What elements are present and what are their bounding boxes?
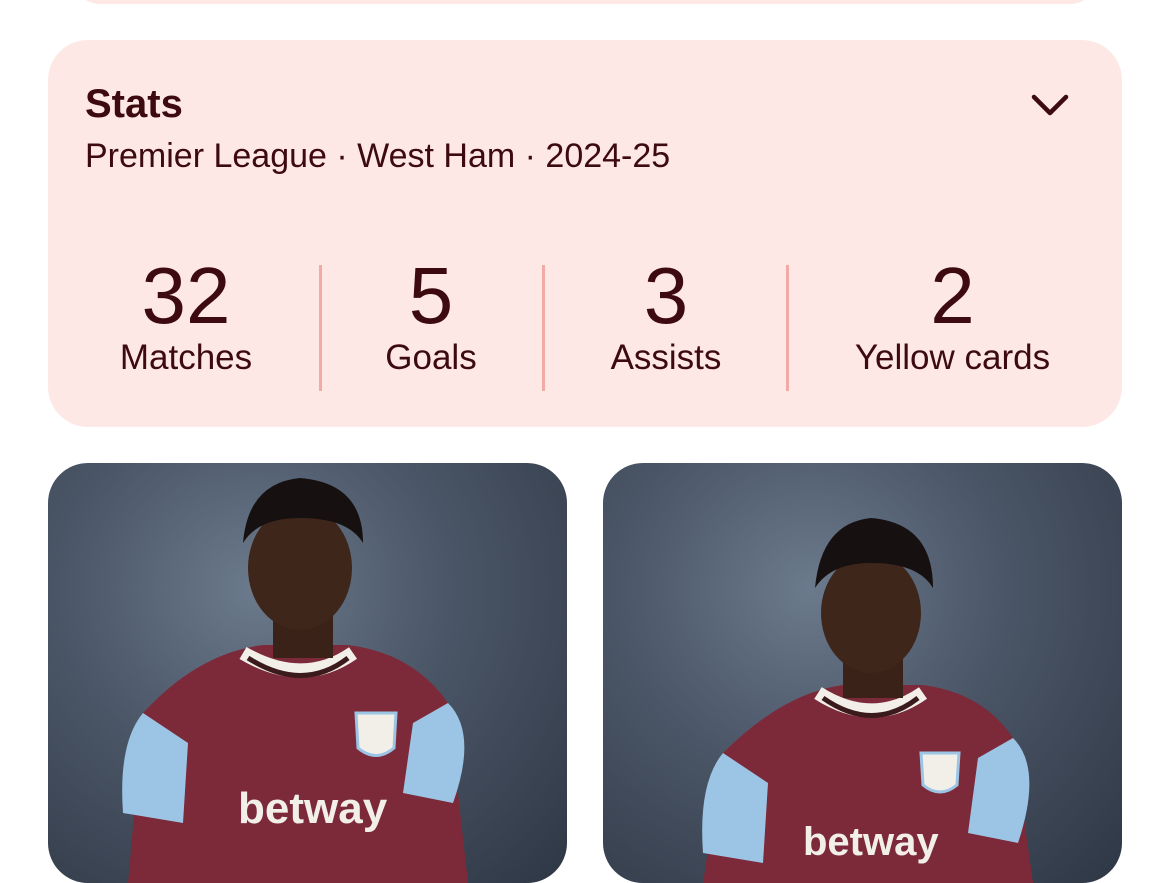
player-photo[interactable]: betway xyxy=(603,463,1122,883)
stat-label: Goals xyxy=(385,338,477,377)
stat-label: Assists xyxy=(610,338,722,377)
stat-value: 2 xyxy=(930,251,975,340)
sponsor-text: betway xyxy=(803,820,939,864)
stat-label: Matches xyxy=(119,338,253,377)
stat-value: 3 xyxy=(643,251,689,340)
chevron-down-icon xyxy=(1031,94,1069,116)
stat-divider xyxy=(542,265,545,391)
stat-goals: 5 Goals xyxy=(361,252,501,378)
stats-card: Stats Premier League · West Ham · 2024-2… xyxy=(48,40,1122,427)
stats-subtitle: Premier League · West Ham · 2024-25 xyxy=(85,137,671,175)
stat-value: 5 xyxy=(408,251,454,340)
expand-stats-button[interactable] xyxy=(1022,82,1078,128)
stat-value: 32 xyxy=(141,251,231,340)
stat-label: Yellow cards xyxy=(854,338,1051,377)
stat-matches: 32 Matches xyxy=(95,252,277,378)
stats-title: Stats xyxy=(85,82,183,126)
stat-yellow-cards: 2 Yellow cards xyxy=(830,252,1075,378)
stat-assists: 3 Assists xyxy=(586,252,746,378)
sponsor-text: betway xyxy=(238,784,388,833)
stat-divider xyxy=(786,265,789,391)
player-photo[interactable]: betway xyxy=(48,463,567,883)
stat-divider xyxy=(319,265,322,391)
player-image: betway xyxy=(122,478,468,883)
previous-card-edge xyxy=(72,0,1098,4)
player-image: betway xyxy=(702,518,1033,883)
